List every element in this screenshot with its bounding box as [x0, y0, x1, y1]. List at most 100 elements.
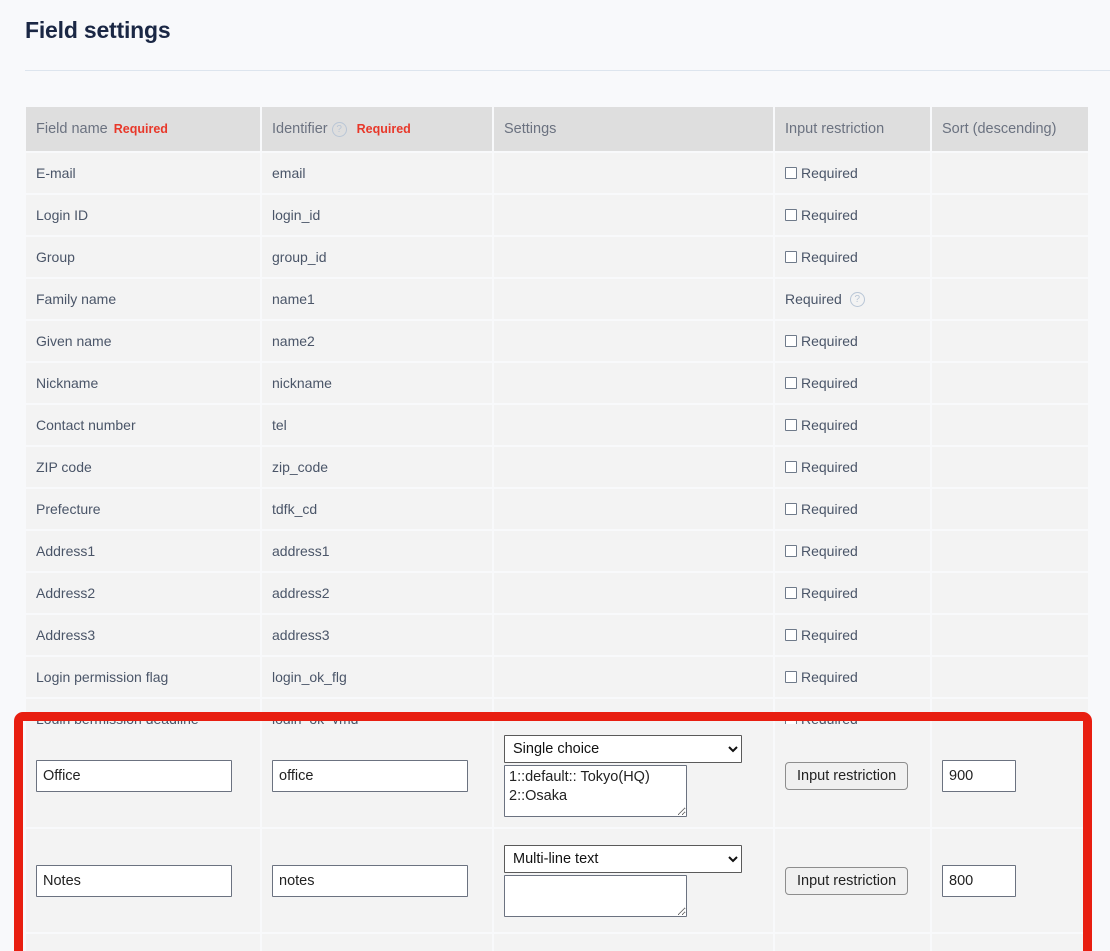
- cell-settings: [494, 573, 773, 613]
- settings-type-select-office[interactable]: Single choice: [504, 734, 742, 763]
- table-row: Nickname nickname Required: [26, 363, 1088, 403]
- table-row: Address3 address3 Required: [26, 615, 1088, 655]
- identifier-input-notes[interactable]: [272, 864, 468, 897]
- cell-field-name: Nickname: [26, 363, 260, 403]
- required-checkbox[interactable]: [785, 545, 797, 557]
- cell-settings: Single choice: [494, 724, 773, 827]
- table-row: Contact number tel Required: [26, 405, 1088, 445]
- field-name-input-office[interactable]: [36, 759, 232, 792]
- table-row-notes: Multi-line text Input restriction: [26, 829, 1088, 932]
- required-checkbox-label: Required: [801, 501, 858, 517]
- cell-identifier: [262, 934, 492, 951]
- table-row: Prefecture tdfk_cd Required: [26, 489, 1088, 529]
- identifier-input-office[interactable]: [272, 759, 468, 792]
- required-checkbox-label: Required: [801, 207, 858, 223]
- cell-field-name: Prefecture: [26, 489, 260, 529]
- table-header-row: Field name Required Identifier? Required S…: [26, 107, 1088, 151]
- cell-sort: [932, 237, 1088, 277]
- required-checkbox[interactable]: [785, 419, 797, 431]
- cell-field-name: Address3: [26, 615, 260, 655]
- cell-identifier: login_ok_flg: [262, 657, 492, 697]
- sort-input-notes[interactable]: [942, 864, 1016, 897]
- cell-field-name: Group: [26, 237, 260, 277]
- required-checkbox[interactable]: [785, 209, 797, 221]
- cell-sort: [932, 829, 1088, 932]
- column-header-sort: Sort (descending): [932, 107, 1088, 151]
- table-row-office: Single choice Input restriction: [26, 724, 1088, 827]
- field-settings-table: Field name Required Identifier? Required S…: [24, 105, 1090, 741]
- table-row: Family name name1 Required?: [26, 279, 1088, 319]
- input-restriction-button-notes[interactable]: Input restriction: [785, 866, 909, 895]
- cell-field-name: Family name: [26, 279, 260, 319]
- cell-field-name: Given name: [26, 321, 260, 361]
- cell-settings: [494, 195, 773, 235]
- required-checkbox-label: Required: [801, 543, 858, 559]
- cell-sort: [932, 405, 1088, 445]
- required-checkbox[interactable]: [785, 503, 797, 515]
- cell-input-restriction: [775, 934, 930, 951]
- table-row: Login permission flag login_ok_flg Require…: [26, 657, 1088, 697]
- cell-settings: [494, 279, 773, 319]
- cell-field-name: ZIP code: [26, 447, 260, 487]
- settings-options-textarea-office[interactable]: [504, 764, 687, 817]
- cell-identifier: email: [262, 153, 492, 193]
- required-checkbox[interactable]: [785, 251, 797, 263]
- cell-input-restriction: Required: [775, 615, 930, 655]
- cell-input-restriction: Input restriction: [775, 829, 930, 932]
- cell-input-restriction: Required: [775, 153, 930, 193]
- help-icon[interactable]: ?: [849, 291, 865, 307]
- required-checkbox-label: Required: [801, 459, 858, 475]
- required-checkbox[interactable]: [785, 335, 797, 347]
- cell-input-restriction: Input restriction: [775, 724, 930, 827]
- cell-settings: [494, 321, 773, 361]
- cell-sort: [932, 657, 1088, 697]
- cell-identifier: tel: [262, 405, 492, 445]
- cell-input-restriction: Required: [775, 237, 930, 277]
- table-row: ZIP code zip_code Required: [26, 447, 1088, 487]
- cell-field-name: Address1: [26, 531, 260, 571]
- help-icon[interactable]: ?: [331, 121, 347, 137]
- cell-settings: [494, 363, 773, 403]
- settings-options-textarea-notes[interactable]: [504, 874, 687, 917]
- cell-settings: [494, 153, 773, 193]
- cell-identifier: tdfk_cd: [262, 489, 492, 529]
- required-tag: Required: [113, 122, 168, 136]
- required-checkbox[interactable]: [785, 629, 797, 641]
- cell-input-restriction: Required: [775, 321, 930, 361]
- required-checkbox-label: Required: [801, 249, 858, 265]
- required-checkbox[interactable]: [785, 461, 797, 473]
- required-checkbox-label: Required: [801, 669, 858, 685]
- column-header-label: Field name: [36, 121, 108, 137]
- cell-field-name: Login ID: [26, 195, 260, 235]
- cell-settings: [494, 531, 773, 571]
- field-name-input-notes[interactable]: [36, 864, 232, 897]
- cell-settings: [494, 405, 773, 445]
- column-header-label: Input restriction: [785, 121, 885, 137]
- required-checkbox[interactable]: [785, 377, 797, 389]
- cell-input-restriction: Required: [775, 405, 930, 445]
- cell-identifier: nickname: [262, 363, 492, 403]
- cell-sort: [932, 573, 1088, 613]
- cell-sort: [932, 363, 1088, 403]
- settings-type-select-notes[interactable]: Multi-line text: [504, 844, 742, 873]
- cell-field-name: [26, 934, 260, 951]
- required-checkbox-label: Required: [801, 585, 858, 601]
- cell-sort: [932, 447, 1088, 487]
- cell-identifier: group_id: [262, 237, 492, 277]
- cell-sort: [932, 279, 1088, 319]
- input-restriction-button-office[interactable]: Input restriction: [785, 761, 909, 790]
- editable-field-rows: Single choice Input restriction: [24, 722, 1090, 951]
- required-checkbox[interactable]: [785, 671, 797, 683]
- cell-settings: [494, 447, 773, 487]
- table-row: Login ID login_id Required: [26, 195, 1088, 235]
- required-checkbox[interactable]: [785, 587, 797, 599]
- cell-identifier: name1: [262, 279, 492, 319]
- cell-sort: [932, 615, 1088, 655]
- sort-input-office[interactable]: [942, 759, 1016, 792]
- cell-input-restriction: Required: [775, 573, 930, 613]
- cell-identifier: address3: [262, 615, 492, 655]
- cell-sort: [932, 531, 1088, 571]
- required-checkbox-label: Required: [801, 417, 858, 433]
- table-row: Group group_id Required: [26, 237, 1088, 277]
- required-checkbox[interactable]: [785, 167, 797, 179]
